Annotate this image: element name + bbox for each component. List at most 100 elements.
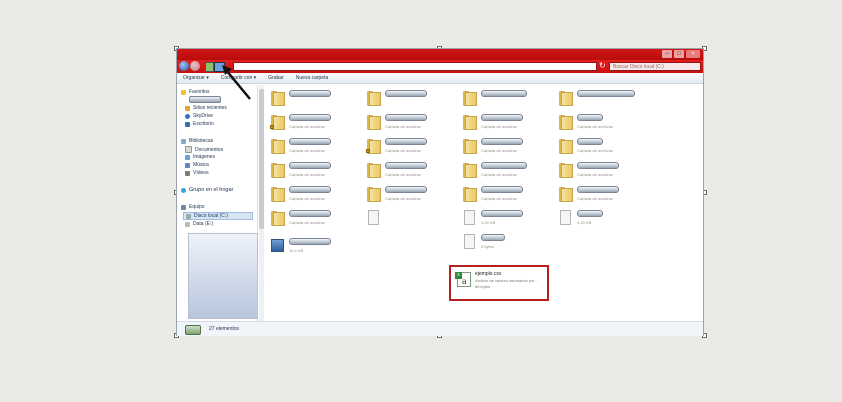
window-controls: – □ × <box>662 50 700 58</box>
redacted-name <box>385 90 427 97</box>
nav-skydrive[interactable]: SkyDrive <box>185 113 213 119</box>
folder-item[interactable]: Carpeta de archivos <box>361 185 456 205</box>
navigation-scrollbar[interactable] <box>259 85 264 321</box>
item-type: Carpeta de archivos <box>481 124 517 129</box>
redacted-name <box>289 210 331 217</box>
folder-item[interactable]: Carpeta de archivos <box>553 185 648 205</box>
nav-local-disk[interactable]: Disco local (C:) <box>183 212 253 220</box>
folder-icon <box>367 91 381 106</box>
folder-icon <box>367 187 381 202</box>
folder-item[interactable]: Carpeta de archivos <box>265 209 360 229</box>
redacted-name <box>481 162 527 169</box>
nav-videos[interactable]: Vídeos <box>185 170 209 176</box>
nav-images[interactable]: Imágenes <box>185 154 215 160</box>
redacted-name <box>577 210 603 217</box>
folder-item[interactable]: Carpeta de archivos <box>361 161 456 181</box>
drive-status-icon <box>185 325 201 335</box>
organize-button[interactable]: Organizar ▾ <box>183 75 209 81</box>
search-input[interactable]: Buscar Disco local (C:) <box>609 62 701 71</box>
nav-item-redacted[interactable] <box>189 96 221 103</box>
address-input[interactable] <box>233 62 597 71</box>
minimize-button[interactable]: – <box>662 50 672 58</box>
file-list: Carpeta de archivos Carpeta de archivos … <box>265 85 703 321</box>
folder-item[interactable] <box>361 89 456 109</box>
folder-item[interactable]: Carpeta de archivos <box>265 113 360 133</box>
videos-icon <box>185 170 190 176</box>
music-icon <box>185 162 190 168</box>
nav-data-disk[interactable]: Data (E:) <box>185 221 213 227</box>
share-button[interactable]: Compartir con ▾ <box>221 75 256 81</box>
new-folder-button[interactable]: Nueva carpeta <box>296 75 329 81</box>
nav-desktop[interactable]: Escritorio <box>185 121 214 127</box>
locked-folder-icon <box>366 139 381 154</box>
folder-item[interactable]: Carpeta de archivos <box>457 113 552 133</box>
nav-computer[interactable]: Equipo <box>181 204 205 210</box>
folder-icon <box>271 91 285 106</box>
drive-icon <box>186 213 191 219</box>
folder-item[interactable]: Carpeta de archivos <box>457 137 552 157</box>
folder-item[interactable]: Carpeta de archivos <box>265 185 360 205</box>
folder-item[interactable]: Carpeta de archivos <box>361 113 456 133</box>
star-icon <box>181 89 186 95</box>
back-button[interactable] <box>179 61 189 71</box>
file-item[interactable]: 0 bytes <box>457 233 552 253</box>
folder-item[interactable] <box>265 89 360 109</box>
folder-item[interactable]: Carpeta de archivos <box>553 161 648 181</box>
document-icon <box>560 210 571 225</box>
folder-icon <box>367 115 381 130</box>
computer-icon[interactable] <box>205 62 214 72</box>
nav-homegroup[interactable]: Grupo en el hogar <box>181 187 233 193</box>
folder-item[interactable] <box>553 89 648 109</box>
document-icon <box>464 234 475 249</box>
command-bar: Organizar ▾ Compartir con ▾ Grabar Nueva… <box>177 73 703 84</box>
desktop-icon <box>185 121 190 127</box>
maximize-button[interactable]: □ <box>674 50 684 58</box>
folder-item[interactable]: Carpeta de archivos <box>361 137 456 157</box>
file-item[interactable]: 1,00 KB <box>457 209 552 229</box>
nav-documents[interactable]: Documentos <box>185 146 223 153</box>
file-item[interactable]: 10,4 KB <box>265 237 360 257</box>
scrollbar-thumb[interactable] <box>259 89 264 229</box>
folder-item[interactable]: Carpeta de archivos <box>265 137 360 157</box>
redacted-name <box>577 90 635 97</box>
folder-item[interactable]: Carpeta de archivos <box>553 137 648 157</box>
burn-button[interactable]: Grabar <box>268 75 284 81</box>
folder-icon <box>367 163 381 178</box>
folder-icon <box>463 163 477 178</box>
item-type: Carpeta de archivos <box>481 196 517 201</box>
forward-button[interactable] <box>190 61 200 71</box>
folder-item[interactable]: Carpeta de archivos <box>553 113 648 133</box>
file-item[interactable] <box>361 209 456 229</box>
folder-icon <box>559 187 573 202</box>
drive-icon <box>185 221 190 227</box>
dropdown-arrow-icon[interactable]: ▾ <box>591 62 594 69</box>
folder-icon <box>271 163 285 178</box>
folder-icon <box>271 211 285 226</box>
redacted-name <box>481 138 523 145</box>
nav-music[interactable]: Música <box>185 162 209 168</box>
folder-icon <box>463 115 477 130</box>
folder-item[interactable]: Carpeta de archivos <box>457 185 552 205</box>
file-item[interactable]: 4,43 KB <box>553 209 648 229</box>
folder-item[interactable] <box>457 89 552 109</box>
item-type: Carpeta de archivos <box>385 124 421 129</box>
status-bar: 27 elementos <box>177 321 703 336</box>
nav-recent[interactable]: Sitios recientes <box>185 105 227 111</box>
folder-icon <box>559 115 573 130</box>
folder-item[interactable]: Carpeta de archivos <box>457 161 552 181</box>
nav-favorites[interactable]: Favoritos <box>181 89 210 95</box>
homegroup-icon <box>181 187 186 193</box>
redacted-name <box>385 114 427 121</box>
item-type: Carpeta de archivos <box>289 124 325 129</box>
close-button[interactable]: × <box>686 50 700 58</box>
redacted-name <box>481 234 505 241</box>
redacted-name <box>577 186 619 193</box>
nav-libraries[interactable]: Bibliotecas <box>181 138 213 144</box>
folder-item[interactable]: Carpeta de archivos <box>265 161 360 181</box>
monitor-icon[interactable] <box>214 62 225 72</box>
folder-icon <box>463 91 477 106</box>
title-bar: – □ × <box>177 49 703 60</box>
refresh-icon[interactable]: ↻ <box>599 61 606 70</box>
redacted-name <box>385 186 427 193</box>
item-type: Carpeta de archivos <box>289 196 325 201</box>
